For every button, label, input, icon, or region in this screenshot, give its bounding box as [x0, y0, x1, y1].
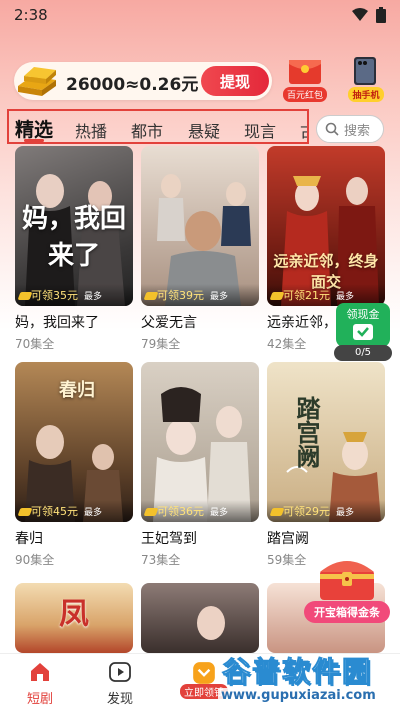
cash-reward-float[interactable]: 领现金 0/5	[334, 303, 392, 363]
drama-title: 春归	[15, 531, 43, 547]
tab-featured[interactable]: 精选	[15, 115, 53, 142]
wifi-icon	[352, 8, 368, 21]
red-envelope-icon	[289, 60, 321, 84]
treasure-chest-icon	[320, 561, 374, 600]
phone-prize-icon	[354, 57, 376, 85]
drama-card[interactable]: 可领36元 最多 王妃驾到 73集全	[141, 362, 259, 568]
site-watermark: 谷普软件园 www.gupuxiazai.com	[212, 650, 400, 708]
drama-poster	[141, 583, 259, 653]
drama-card[interactable]: 可领39元 最多 父爱无言 79集全	[141, 146, 259, 352]
coin-exchange-text: 26000≈0.26元	[66, 75, 199, 95]
tab-romance[interactable]: 现言	[244, 118, 276, 142]
play-icon	[109, 662, 131, 682]
home-icon	[31, 663, 49, 681]
watermark-url: www.gupuxiazai.com	[218, 688, 379, 703]
drama-episodes: 70集全	[15, 337, 55, 351]
phone-prize-promo[interactable]: 抽手机	[338, 56, 394, 102]
drama-poster: 凤	[15, 583, 133, 653]
cash-reward-progress: 0/5	[334, 345, 392, 361]
drama-poster: 远亲近邻，终身面交 可领21元 最多	[267, 146, 385, 306]
nav-label: 发现	[106, 692, 133, 707]
status-time: 2:38	[14, 6, 48, 24]
status-bar: 2:38	[0, 0, 400, 30]
tab-urban[interactable]: 都市	[131, 118, 163, 142]
drama-card[interactable]: 凤	[15, 583, 133, 653]
tab-suspense[interactable]: 悬疑	[188, 118, 220, 142]
gold-bar-icon	[18, 67, 56, 96]
tab-ancient[interactable]: 古	[300, 118, 307, 142]
reward-badge: 可领29元 最多	[267, 500, 385, 522]
watermark-title: 谷普软件园	[221, 655, 373, 689]
reward-badge: 可领45元 最多	[15, 500, 133, 522]
drama-poster: 妈，我回来了 可领35元 最多	[15, 146, 133, 306]
drama-title: 妈，我回来了	[15, 315, 99, 331]
nav-label: 短剧	[26, 692, 53, 707]
treasure-chest-label: 开宝箱得金条	[304, 601, 390, 623]
reward-badge: 可领35元 最多	[15, 284, 133, 306]
tab-trending[interactable]: 热播	[75, 118, 107, 142]
drama-poster: 春归 可领45元 最多	[15, 362, 133, 522]
search-input[interactable]: 搜索	[316, 115, 384, 143]
cash-reward-title: 领现金	[346, 308, 380, 321]
poster-title: 踏宫阙	[292, 396, 321, 468]
red-envelope-label: 百元红包	[282, 87, 327, 102]
search-icon	[325, 122, 339, 136]
red-envelope-promo[interactable]: 百元红包	[277, 56, 333, 102]
drama-poster: 可领36元 最多	[141, 362, 259, 522]
drama-card[interactable]: 妈，我回来了 可领35元 最多 妈，我回来了 70集全	[15, 146, 133, 352]
poster-title: 春归	[59, 380, 95, 401]
poster-title: 妈，我回来了	[21, 204, 126, 271]
drama-episodes: 90集全	[15, 553, 55, 567]
reward-badge: 可领39元 最多	[141, 284, 259, 306]
drama-card[interactable]: 踏宫阙 可领29元 最多 踏宫阙 59集全	[267, 362, 385, 568]
phone-prize-label: 抽手机	[348, 87, 384, 102]
cash-reward-icon	[353, 324, 373, 340]
drama-card[interactable]: 春归 可领45元 最多 春归 90集全	[15, 362, 133, 568]
search-placeholder: 搜索	[344, 123, 371, 139]
withdraw-button[interactable]: 提现	[201, 66, 269, 96]
nav-item-short-drama[interactable]: 短剧	[10, 660, 70, 707]
cash-reward-badge: 领现金	[336, 303, 390, 347]
treasure-chest-button[interactable]: 开宝箱得金条	[304, 548, 390, 626]
category-tabs: 精选 热播 都市 悬疑 现言 古	[7, 109, 309, 144]
drama-episodes: 79集全	[141, 337, 181, 351]
drama-poster: 踏宫阙 可领29元 最多	[267, 362, 385, 522]
active-tab-indicator	[24, 139, 44, 142]
drama-card[interactable]	[141, 583, 259, 653]
drama-episodes: 73集全	[141, 553, 181, 567]
nav-item-discover[interactable]: 发现	[90, 660, 150, 707]
drama-title: 父爱无言	[141, 315, 197, 331]
battery-icon	[376, 7, 386, 23]
reward-badge: 可领36元 最多	[141, 500, 259, 522]
drama-title: 王妃驾到	[141, 531, 197, 547]
poster-title: 凤	[59, 597, 89, 632]
drama-poster: 可领39元 最多	[141, 146, 259, 306]
drama-title: 踏宫阙	[267, 531, 309, 547]
coin-balance-bar[interactable]: 26000≈0.26元 提现	[14, 62, 272, 100]
